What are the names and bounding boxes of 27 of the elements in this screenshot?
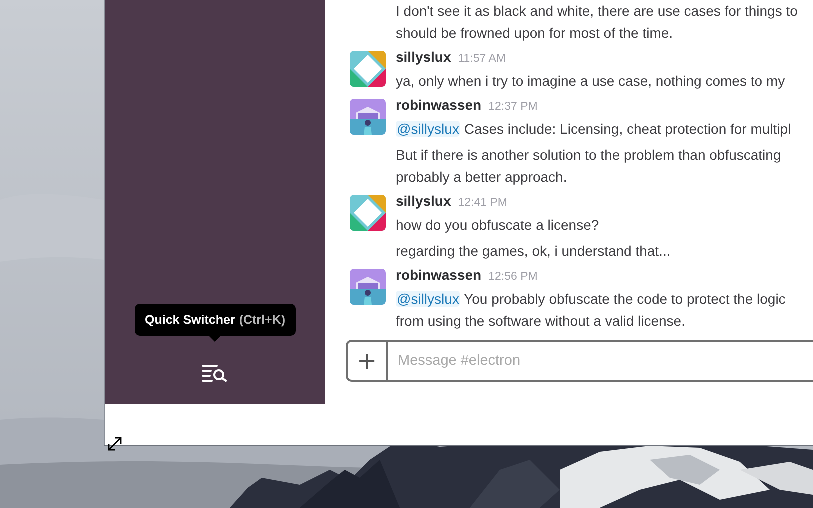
message-text: ya, only when i try to imagine a use case, nothing comes to my [396, 73, 786, 89]
message-text: Cases include: Licensing, cheat protection for multipl [464, 121, 792, 137]
resize-cursor-icon [106, 435, 124, 453]
avatar-icon [350, 51, 386, 87]
message-text: You probably obfuscate the code to protect the logic [464, 291, 786, 307]
author-name[interactable]: sillyslux [396, 49, 452, 65]
add-button[interactable]: + [346, 340, 388, 382]
message-text: probably a better approach. [396, 169, 568, 185]
timestamp[interactable]: 12:56 PM [488, 271, 538, 283]
message-text: should be frowned upon for most of the time. [396, 25, 674, 41]
timestamp[interactable]: 11:57 AM [458, 53, 506, 65]
author-name[interactable]: sillyslux [396, 193, 452, 209]
tooltip: Quick Switcher (Ctrl+K) [135, 304, 296, 342]
message-input[interactable]: Message #electron [388, 340, 813, 382]
mention-link[interactable]: @sillyslux [396, 291, 460, 307]
author-name[interactable]: robinwassen [396, 97, 482, 113]
author-name[interactable]: robinwassen [396, 267, 482, 283]
avatar-icon [350, 195, 386, 231]
timestamp[interactable]: 12:41 PM [458, 197, 508, 209]
message-text: from using the software without a valid license. [396, 313, 686, 329]
quick-switcher-icon[interactable] [202, 364, 228, 382]
timestamp[interactable]: 12:37 PM [488, 101, 538, 113]
mention-link[interactable]: @sillyslux [396, 121, 460, 137]
message-text: regarding the games, ok, i understand that... [396, 243, 671, 259]
message-text: I don't see it as black and white, there are use cases for things to [396, 3, 798, 19]
message-text: But if there is another solution to the problem than obfuscating [396, 147, 782, 163]
message-text: how do you obfuscate a license? [396, 217, 600, 233]
